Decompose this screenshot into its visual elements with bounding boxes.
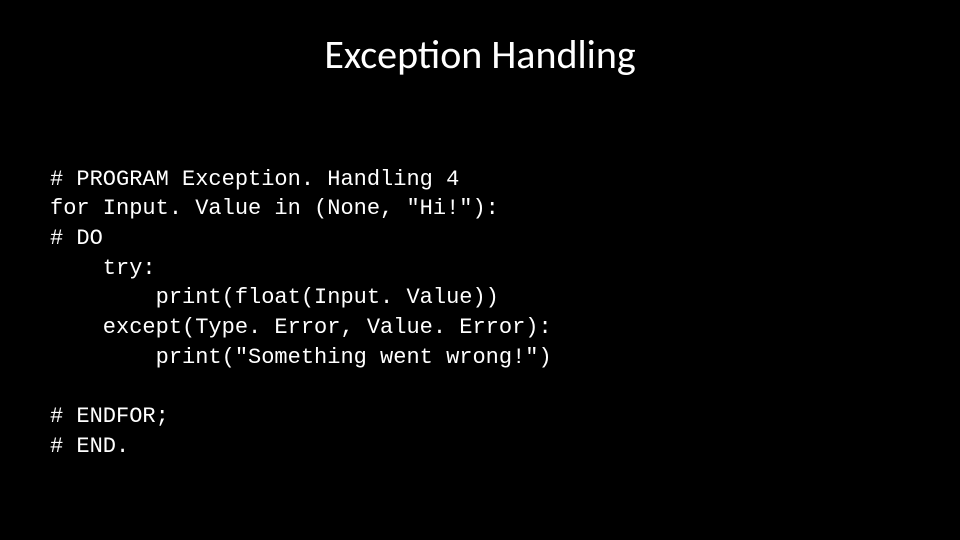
code-line: try: bbox=[50, 256, 156, 281]
slide-title: Exception Handling bbox=[0, 30, 960, 79]
code-line: except(Type. Error, Value. Error): bbox=[50, 315, 552, 340]
code-line: for Input. Value in (None, "Hi!"): bbox=[50, 196, 499, 221]
slide: Exception Handling # PROGRAM Exception. … bbox=[0, 0, 960, 540]
code-line: # PROGRAM Exception. Handling 4 bbox=[50, 167, 459, 192]
code-line: # DO bbox=[50, 226, 103, 251]
code-block: # PROGRAM Exception. Handling 4 for Inpu… bbox=[50, 135, 552, 491]
code-line: print("Something went wrong!") bbox=[50, 345, 552, 370]
code-line: # END. bbox=[50, 434, 129, 459]
code-line: # ENDFOR; bbox=[50, 404, 169, 429]
code-line: print(float(Input. Value)) bbox=[50, 285, 499, 310]
